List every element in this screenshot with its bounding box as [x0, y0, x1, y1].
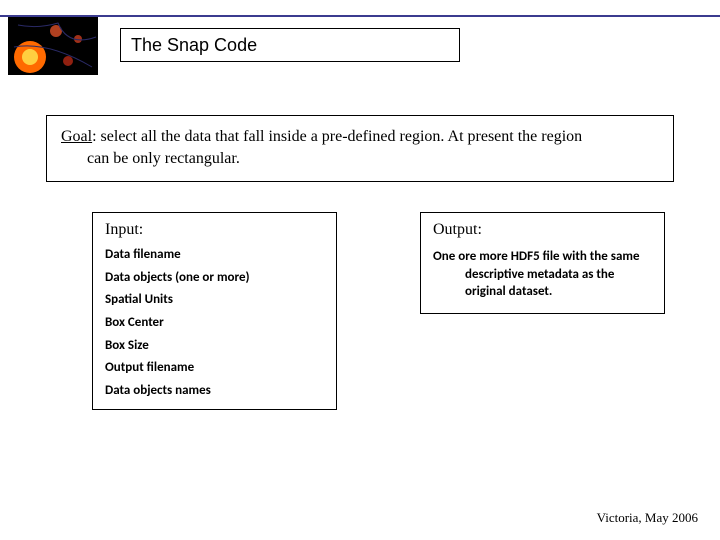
input-item: Data filename [105, 248, 324, 262]
input-item: Box Center [105, 316, 324, 330]
slide-title: The Snap Code [120, 28, 460, 62]
output-line3: original dataset. [433, 283, 652, 301]
goal-text: Goal: select all the data that fall insi… [61, 126, 659, 169]
header-divider [0, 15, 720, 17]
footer-text: Victoria, May 2006 [597, 510, 698, 526]
output-line2: descriptive metadata as the [433, 266, 652, 284]
input-item: Data objects (one or more) [105, 271, 324, 285]
input-box: Input: Data filename Data objects (one o… [92, 212, 337, 410]
goal-line1: : select all the data that fall inside a… [92, 128, 582, 145]
corner-image [8, 17, 98, 75]
input-item: Spatial Units [105, 293, 324, 307]
input-item: Output filename [105, 361, 324, 375]
output-line1: One ore more HDF5 file with the same [433, 249, 639, 264]
output-title: Output: [433, 221, 652, 239]
input-item: Box Size [105, 339, 324, 353]
input-item: Data objects names [105, 384, 324, 398]
goal-label: Goal [61, 128, 92, 145]
output-body: One ore more HDF5 file with the same des… [433, 248, 652, 301]
goal-line2: can be only rectangular. [87, 148, 659, 170]
input-title: Input: [105, 221, 324, 239]
output-box: Output: One ore more HDF5 file with the … [420, 212, 665, 314]
slide: The Snap Code Goal: select all the data … [0, 0, 720, 540]
goal-box: Goal: select all the data that fall insi… [46, 115, 674, 182]
